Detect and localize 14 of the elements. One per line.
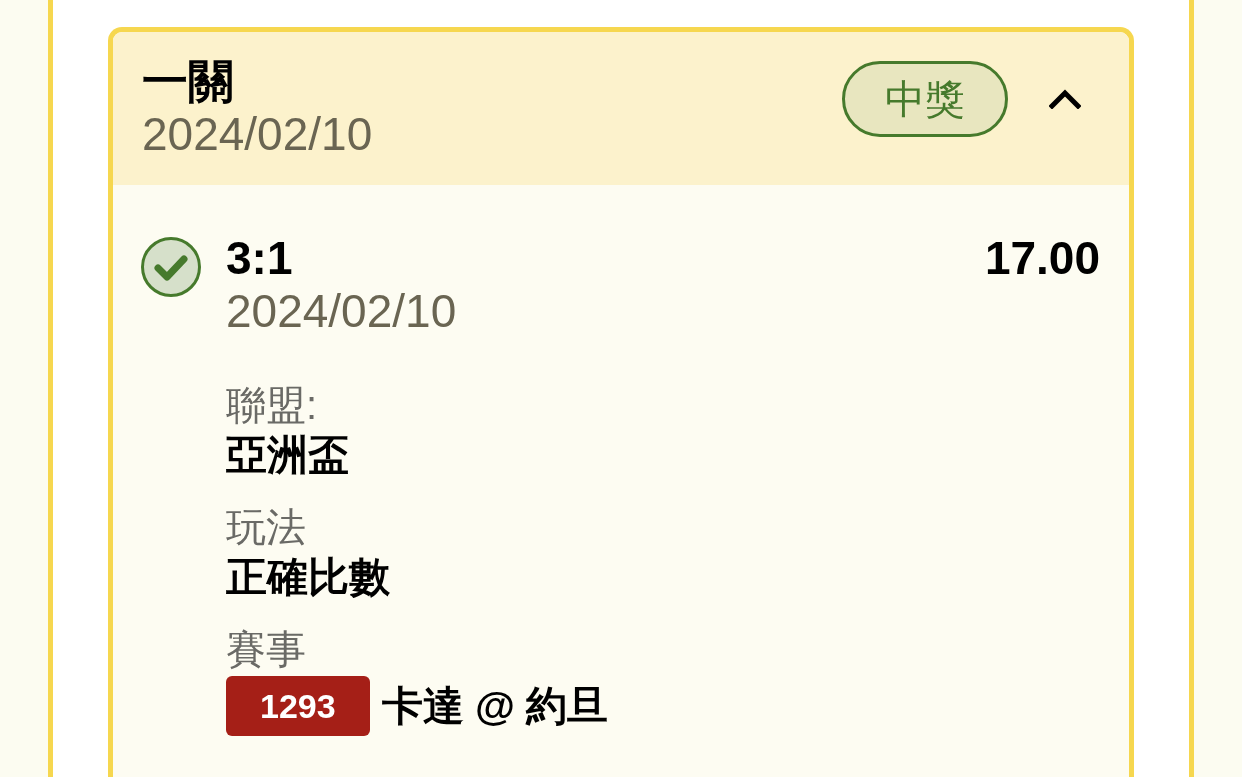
selection-date: 2024/02/10 [226, 285, 457, 337]
selection-pick: 3:1 [226, 231, 293, 285]
detail-label: 聯盟: [226, 383, 318, 427]
detail-value: 亞洲盃 [226, 432, 349, 478]
detail-label: 玩法 [226, 505, 306, 549]
detail-label: 賽事 [226, 627, 306, 671]
event-code-badge: 1293 [226, 676, 370, 736]
bet-title: 一關 [142, 54, 234, 108]
odds-value: 17.00 [984, 231, 1100, 285]
match-name: 卡達 @ 約旦 [381, 682, 609, 731]
status-badge: 中獎 [842, 61, 1008, 137]
bet-date: 2024/02/10 [142, 108, 373, 160]
detail-value: 正確比數 [226, 554, 390, 600]
chevron-up-icon[interactable] [1049, 89, 1081, 109]
